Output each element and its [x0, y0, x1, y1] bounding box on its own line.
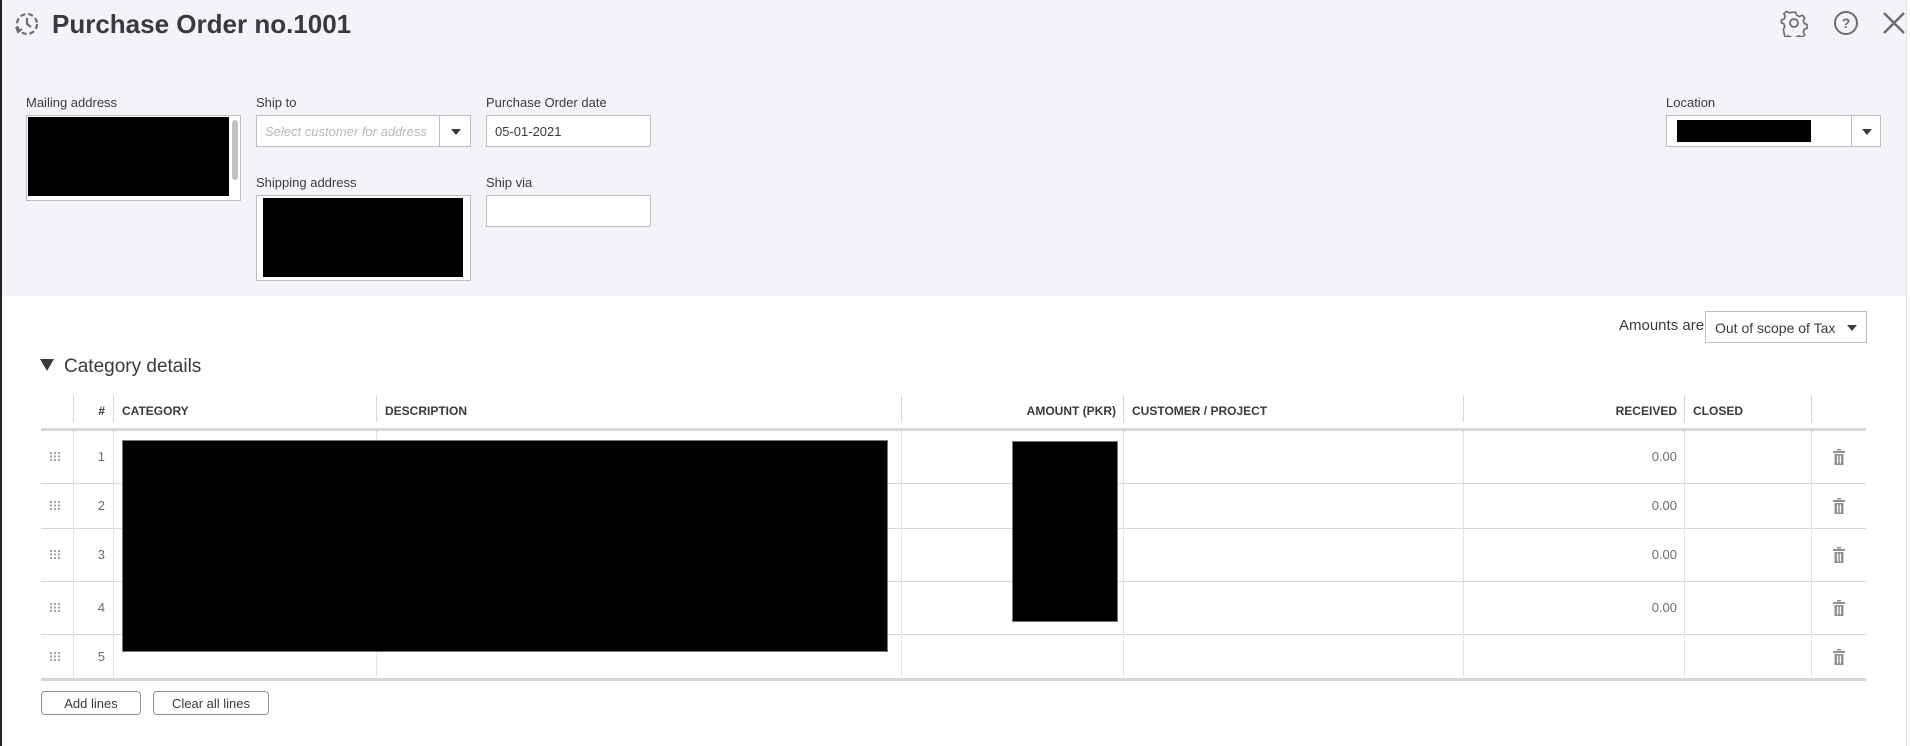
- po-date-input[interactable]: 05-01-2021: [486, 115, 651, 147]
- scrollbar-track[interactable]: [1906, 0, 1907, 746]
- redacted-amounts: [1012, 441, 1118, 622]
- trash-icon[interactable]: [1832, 600, 1846, 616]
- add-lines-button[interactable]: Add lines: [41, 691, 141, 715]
- col-header-received: RECEIVED: [1615, 404, 1677, 418]
- location-label: Location: [1666, 95, 1716, 110]
- received-value[interactable]: 0.00: [1463, 547, 1677, 562]
- received-value[interactable]: 0.00: [1463, 600, 1677, 615]
- drag-handle-icon[interactable]: [49, 550, 61, 560]
- close-icon[interactable]: [1880, 9, 1908, 37]
- trash-icon[interactable]: [1832, 498, 1846, 514]
- col-header-number: #: [98, 404, 105, 418]
- col-header-description: DESCRIPTION: [385, 404, 468, 418]
- category-details-title: Category details: [64, 356, 202, 377]
- col-header-amount: AMOUNT (PKR): [1026, 404, 1116, 418]
- mailing-address-field[interactable]: [26, 115, 241, 201]
- col-header-customer-project: CUSTOMER / PROJECT: [1132, 404, 1268, 418]
- chevron-down-icon[interactable]: [451, 129, 461, 135]
- clear-all-lines-button[interactable]: Clear all lines: [153, 691, 269, 715]
- window-edge: [0, 0, 2, 746]
- collapse-triangle-icon: [40, 359, 54, 371]
- chevron-down-icon[interactable]: [1847, 325, 1857, 331]
- amounts-are-select[interactable]: Out of scope of Tax: [1705, 311, 1867, 343]
- redacted-shipping-address: [263, 198, 463, 277]
- po-date-value: 05-01-2021: [495, 124, 562, 139]
- mailing-address-label: Mailing address: [26, 95, 118, 110]
- shipping-address-field[interactable]: [256, 195, 471, 281]
- ship-to-label: Ship to: [256, 95, 297, 110]
- redacted-category-description: [122, 440, 888, 652]
- row-number: 5: [97, 649, 105, 664]
- trash-icon[interactable]: [1832, 649, 1846, 665]
- ship-to-placeholder: Select customer for address: [265, 124, 427, 139]
- history-clock-icon[interactable]: [13, 10, 41, 38]
- ship-via-input[interactable]: [486, 195, 651, 227]
- category-details-toggle[interactable]: Category details: [40, 356, 201, 378]
- received-value[interactable]: 0.00: [1463, 498, 1677, 513]
- chevron-down-icon[interactable]: [1862, 129, 1872, 135]
- row-number: 2: [97, 498, 105, 513]
- row-number: 3: [97, 547, 105, 562]
- help-icon[interactable]: ?: [1832, 9, 1860, 37]
- drag-handle-icon[interactable]: [49, 652, 61, 662]
- drag-handle-icon[interactable]: [49, 603, 61, 613]
- po-date-label: Purchase Order date: [486, 95, 607, 110]
- row-number: 4: [97, 600, 105, 615]
- page-title: Purchase Order no.1001: [52, 9, 352, 39]
- trash-icon[interactable]: [1832, 449, 1846, 465]
- redacted-location: [1677, 120, 1811, 142]
- shipping-address-label: Shipping address: [256, 175, 357, 190]
- col-header-closed: CLOSED: [1693, 404, 1744, 418]
- drag-handle-icon[interactable]: [49, 452, 61, 462]
- ship-to-select[interactable]: Select customer for address: [256, 115, 471, 147]
- drag-handle-icon[interactable]: [49, 501, 61, 511]
- mailing-address-scrollbar[interactable]: [232, 120, 238, 180]
- amounts-are-label: Amounts are: [1619, 317, 1705, 334]
- trash-icon[interactable]: [1832, 547, 1846, 563]
- gear-icon[interactable]: [1780, 9, 1808, 37]
- received-value[interactable]: 0.00: [1463, 449, 1677, 464]
- ship-via-label: Ship via: [486, 175, 533, 190]
- row-number: 1: [97, 449, 105, 464]
- redacted-mailing-address: [28, 117, 229, 196]
- svg-text:?: ?: [1842, 15, 1851, 31]
- amounts-are-value: Out of scope of Tax: [1715, 320, 1836, 336]
- col-header-category: CATEGORY: [122, 404, 189, 418]
- location-select[interactable]: [1666, 115, 1881, 147]
